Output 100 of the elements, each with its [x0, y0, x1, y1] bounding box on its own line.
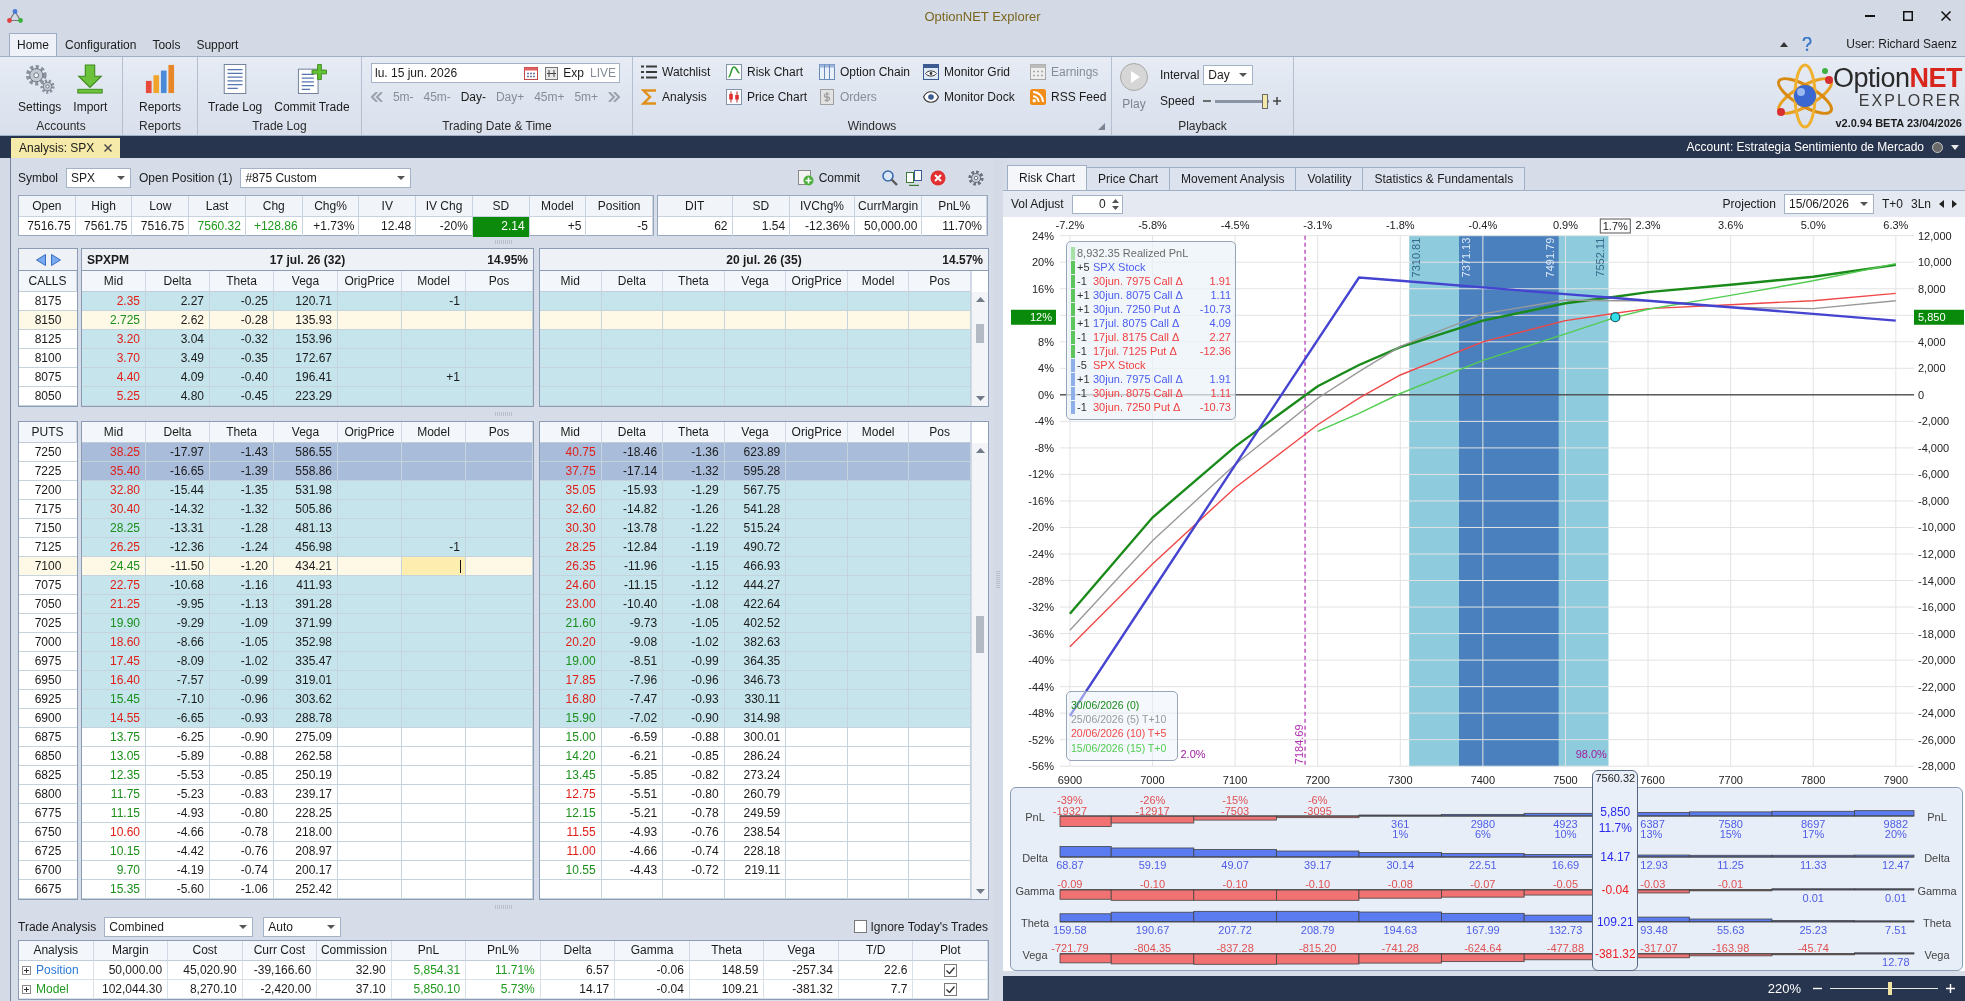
caret-right-icon[interactable]: [1952, 200, 1957, 208]
ribbon-button[interactable]: Watchlist: [641, 61, 711, 83]
scrollbar-thumb[interactable]: [976, 324, 984, 343]
option-row[interactable]: 15.45 -7.10 -0.96 303.62: [82, 690, 533, 709]
option-row[interactable]: 11.15 -4.93 -0.80 228.25: [82, 804, 533, 823]
time-offset-button[interactable]: T+0: [1881, 197, 1903, 211]
option-row[interactable]: 10.15 -4.42 -0.76 208.97: [82, 842, 533, 861]
option-row[interactable]: 14.55 -6.65 -0.93 288.78: [82, 709, 533, 728]
resize-handle[interactable]: [493, 904, 514, 909]
option-row[interactable]: 18.60 -8.66 -1.05 352.98: [82, 633, 533, 652]
expand-icon[interactable]: [22, 984, 31, 994]
option-row[interactable]: 2.35 2.27 -0.25 120.71 -1: [82, 292, 533, 311]
option-row[interactable]: 16.40 -7.57 -0.99 319.01: [82, 671, 533, 690]
compare-documents-icon[interactable]: [906, 170, 922, 186]
vol-adjust-spinner[interactable]: 0: [1071, 194, 1123, 214]
scrollbar[interactable]: [972, 443, 988, 899]
plot-checkbox[interactable]: [943, 982, 957, 996]
panel-tab[interactable]: Statistics & Fundamentals: [1362, 167, 1526, 190]
ribbon-button[interactable]: Analysis: [641, 86, 707, 108]
option-row[interactable]: 37.75 -17.14 -1.32 595.28: [540, 462, 971, 481]
option-row[interactable]: 21.25 -9.95 -1.13 391.28: [82, 595, 533, 614]
dialog-launcher-icon[interactable]: [1098, 122, 1105, 130]
menu-tab[interactable]: Home: [9, 33, 57, 56]
help-icon[interactable]: [1802, 37, 1813, 51]
option-row[interactable]: 3.70 3.49 -0.35 172.67: [82, 349, 533, 368]
option-row[interactable]: 24.45 -11.50 -1.20 434.21: [82, 557, 533, 576]
caret-left-icon[interactable]: [1939, 200, 1944, 208]
option-row[interactable]: 4.40 4.09 -0.40 196.41 +1: [82, 368, 533, 387]
option-row[interactable]: 16.80 -7.47 -0.93 330.11: [540, 690, 971, 709]
ribbon-button[interactable]: Reports: [133, 61, 187, 114]
menu-tab[interactable]: Support: [188, 33, 247, 56]
ribbon-button[interactable]: Trade Log: [202, 61, 269, 114]
ribbon-button[interactable]: Risk Chart: [726, 61, 803, 83]
option-row[interactable]: 26.25 -12.36 -1.24 456.98 -1: [82, 538, 533, 557]
option-row[interactable]: 11.00 -4.66 -0.74 228.18: [540, 842, 971, 861]
ribbon-button[interactable]: Monitor Dock: [923, 86, 1015, 108]
slider-thumb[interactable]: [1262, 93, 1269, 109]
option-row[interactable]: 32.60 -14.82 -1.26 541.28: [540, 500, 971, 519]
scroll-up-icon[interactable]: [975, 448, 985, 453]
settings-icon[interactable]: [968, 170, 984, 186]
option-row[interactable]: 17.45 -8.09 -1.02 335.47: [82, 652, 533, 671]
ribbon-button[interactable]: Price Chart: [726, 86, 808, 108]
scrollbar-thumb[interactable]: [976, 616, 984, 653]
option-row[interactable]: 11.55 -4.93 -0.76 238.54: [540, 823, 971, 842]
triangle-right-icon[interactable]: [50, 253, 61, 266]
position-dropdown[interactable]: #875 Custom: [240, 168, 412, 188]
option-row[interactable]: 26.35 -11.96 -1.15 466.93: [540, 557, 971, 576]
option-row[interactable]: 12.35 -5.53 -0.85 250.19: [82, 766, 533, 785]
option-row[interactable]: 24.60 -11.15 -1.12 444.27: [540, 576, 971, 595]
caret-up-icon[interactable]: [1111, 198, 1119, 203]
ribbon-button[interactable]: Option Chain: [819, 61, 911, 83]
close-icon[interactable]: [104, 144, 113, 152]
ribbon-button[interactable]: Settings: [12, 61, 68, 114]
scroll-down-icon[interactable]: [975, 396, 985, 401]
expiration-button[interactable]: Exp: [545, 66, 584, 80]
menu-tab[interactable]: Tools: [144, 33, 189, 56]
close-icon[interactable]: [930, 170, 946, 186]
row-name[interactable]: Position: [36, 961, 79, 979]
option-row[interactable]: 2.725 2.62 -0.28 135.93: [82, 311, 533, 330]
option-row[interactable]: 15.90 -7.02 -0.90 314.98: [540, 709, 971, 728]
symbol-dropdown[interactable]: SPX: [66, 168, 131, 188]
option-row[interactable]: 19.00 -8.51 -0.99 364.35: [540, 652, 971, 671]
panel-tab[interactable]: Price Chart: [1086, 167, 1171, 190]
caret-down-icon[interactable]: [1111, 205, 1119, 210]
option-row[interactable]: 22.75 -10.68 -1.16 411.93: [82, 576, 533, 595]
option-row[interactable]: 13.75 -6.25 -0.90 275.09: [82, 728, 533, 747]
step-button[interactable]: Day-: [460, 90, 487, 104]
checkbox-label[interactable]: Ignore Today's Trades: [870, 919, 988, 934]
ribbon-button[interactable]: Monitor Grid: [923, 61, 1011, 83]
panel-tab[interactable]: Volatility: [1295, 167, 1364, 190]
option-row[interactable]: 35.05 -15.93 -1.29 567.75: [540, 481, 971, 500]
lines-button[interactable]: 3Ln: [1910, 197, 1931, 211]
option-row[interactable]: 28.25 -12.84 -1.19 490.72: [540, 538, 971, 557]
scroll-up-icon[interactable]: [975, 297, 985, 302]
option-row[interactable]: 20.20 -9.08 -1.02 382.63: [540, 633, 971, 652]
ribbon-button[interactable]: RSS Feed: [1030, 86, 1107, 108]
option-row[interactable]: 17.85 -7.96 -0.96 346.73: [540, 671, 971, 690]
caret-up-icon[interactable]: [1780, 41, 1789, 47]
model-input-field[interactable]: [402, 557, 466, 576]
document-tab[interactable]: Analysis: SPX: [11, 138, 121, 158]
commit-button[interactable]: Commit: [797, 170, 860, 186]
option-row[interactable]: 35.40 -16.65 -1.39 558.86: [82, 462, 533, 481]
option-row[interactable]: 10.60 -4.66 -0.78 218.00: [82, 823, 533, 842]
option-row[interactable]: 19.90 -9.29 -1.09 371.99: [82, 614, 533, 633]
projection-dropdown[interactable]: 15/06/2026: [1783, 194, 1874, 214]
scroll-down-icon[interactable]: [975, 889, 985, 894]
option-row[interactable]: 3.20 3.04 -0.32 153.96: [82, 330, 533, 349]
option-row[interactable]: 15.00 -6.59 -0.88 300.01: [540, 728, 971, 747]
option-row[interactable]: 32.80 -15.44 -1.35 531.98: [82, 481, 533, 500]
menu-tab[interactable]: Configuration: [57, 33, 145, 56]
option-row[interactable]: 38.25 -17.97 -1.43 586.55: [82, 443, 533, 462]
option-row[interactable]: 13.05 -5.89 -0.88 262.58: [82, 747, 533, 766]
calendar-icon[interactable]: [524, 66, 539, 80]
option-row[interactable]: 15.35 -5.60 -1.06 252.42: [82, 880, 533, 899]
option-row[interactable]: 40.75 -18.46 -1.36 623.89: [540, 443, 971, 462]
scale-dropdown[interactable]: Auto: [263, 916, 342, 937]
option-row[interactable]: 30.40 -14.32 -1.32 505.86: [82, 500, 533, 519]
option-row[interactable]: 9.70 -4.19 -0.74 200.17: [82, 861, 533, 880]
plus-icon[interactable]: [1273, 97, 1282, 105]
triangle-left-icon[interactable]: [35, 253, 46, 266]
